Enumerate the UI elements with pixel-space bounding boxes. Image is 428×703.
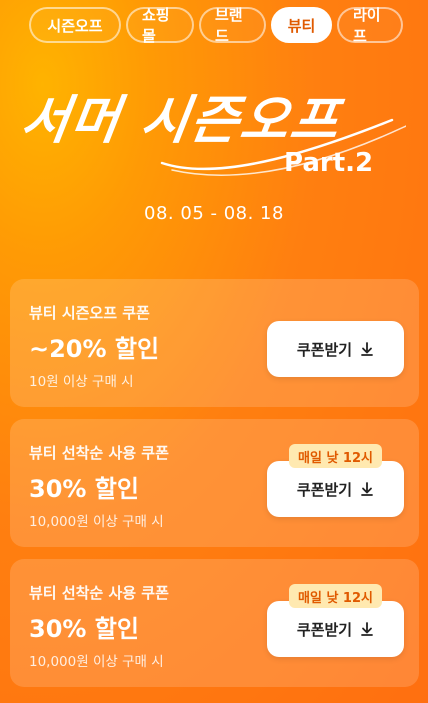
tab-seasonoff[interactable]: 시즌오프 [29,7,121,43]
coupon-name: 뷰티 시즌오프 쿠폰 [29,304,150,322]
download-coupon-label: 쿠폰받기 [296,620,353,639]
coupon-condition: 10,000원 이상 구매 시 [29,514,164,530]
hero-title-text: 서머 시즌오프 [17,91,345,151]
time-badge: 매일 낮 12시 [289,444,382,468]
tab-shoppingmall[interactable]: 쇼핑몰 [126,6,194,45]
tab-life[interactable]: 라이프 [337,6,403,45]
category-tabs: 시즌오프 쇼핑몰 브랜드 뷰티 라이프 [29,6,403,47]
coupon-card: 뷰티 선착순 사용 쿠폰 30% 할인 10,000원 이상 구매 시 매일 낮… [10,419,419,547]
coupon-card: 뷰티 선착순 사용 쿠폰 30% 할인 10,000원 이상 구매 시 매일 낮… [10,559,419,687]
coupon-card: 뷰티 시즌오프 쿠폰 ~20% 할인 10원 이상 구매 시 쿠폰받기 [10,279,419,407]
coupon-condition: 10,000원 이상 구매 시 [29,654,164,670]
coupon-discount: 30% 할인 [29,475,139,503]
download-arrow-icon [361,342,373,356]
coupon-name: 뷰티 선착순 사용 쿠폰 [29,584,169,602]
download-arrow-icon [361,482,373,496]
download-arrow-icon [361,622,373,636]
time-badge: 매일 낮 12시 [289,584,382,608]
coupon-condition: 10원 이상 구매 시 [29,374,134,390]
download-coupon-button[interactable]: 쿠폰받기 [267,601,404,657]
coupon-discount: 30% 할인 [29,615,139,643]
promo-page: 시즌오프 쇼핑몰 브랜드 뷰티 라이프 서머 시즌오프 Part.2 08. 0… [0,0,428,703]
download-coupon-label: 쿠폰받기 [296,340,353,359]
coupon-name: 뷰티 선착순 사용 쿠폰 [29,444,169,462]
download-coupon-button[interactable]: 쿠폰받기 [267,461,404,517]
hero-part-label: Part.2 [284,148,374,178]
hero-title: 서머 시즌오프 Part.2 [17,78,406,188]
tab-beauty[interactable]: 뷰티 [271,7,332,43]
download-coupon-button[interactable]: 쿠폰받기 [267,321,404,377]
coupon-discount: ~20% 할인 [29,335,160,363]
event-dates: 08. 05 - 08. 18 [144,203,284,224]
download-coupon-label: 쿠폰받기 [296,480,353,499]
tab-brand[interactable]: 브랜드 [199,6,266,45]
